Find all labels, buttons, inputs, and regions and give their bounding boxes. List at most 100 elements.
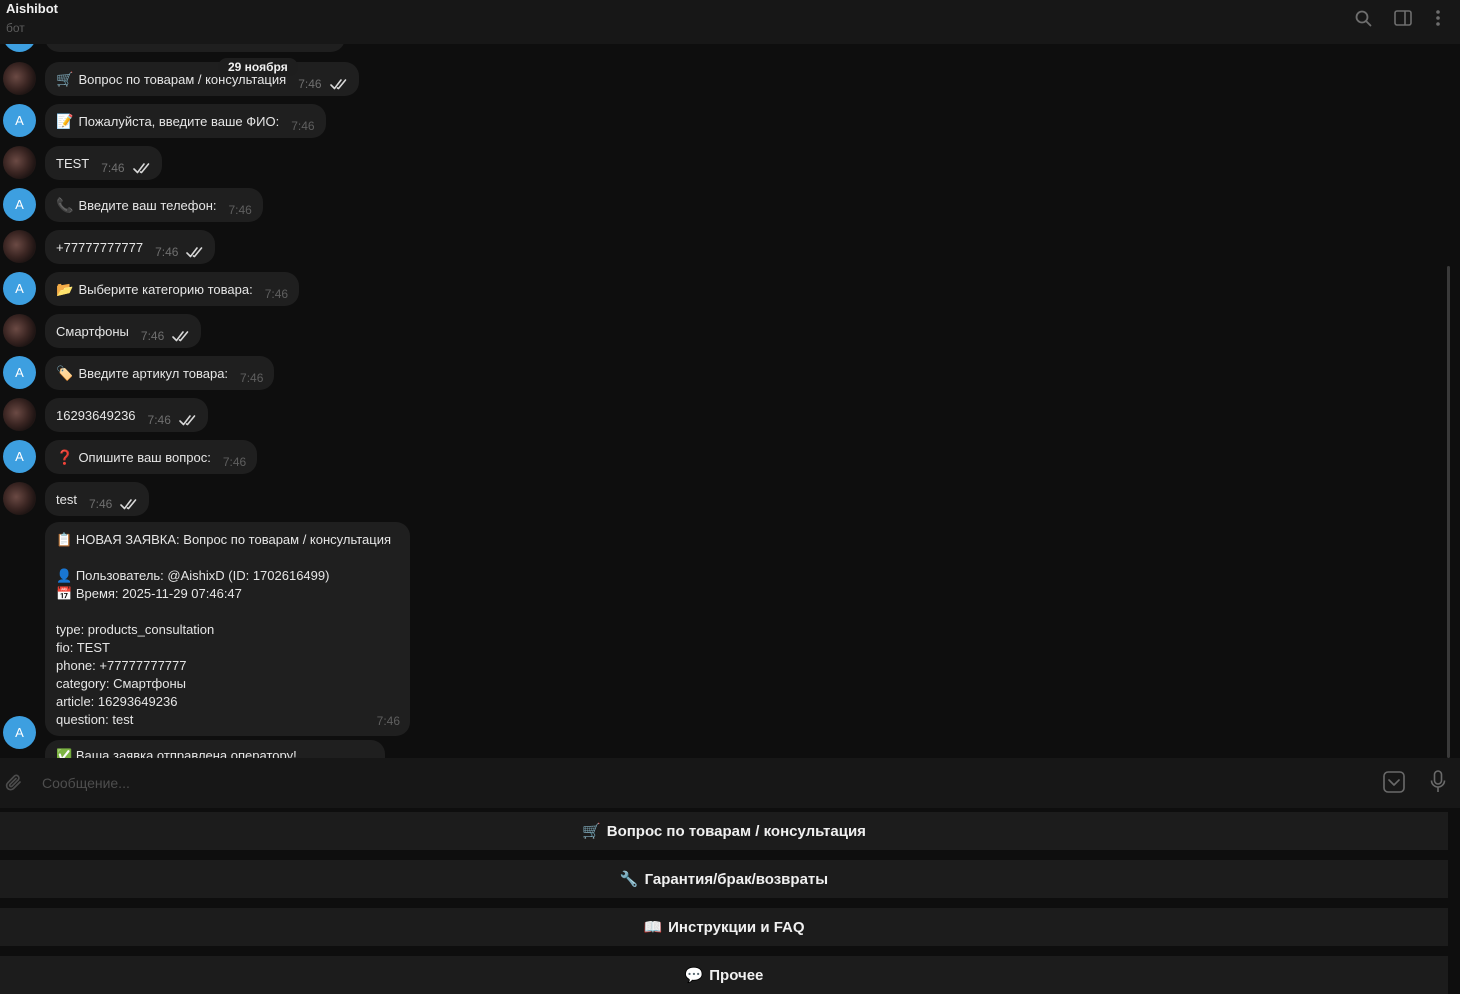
- bot-avatar[interactable]: A: [3, 272, 36, 305]
- user-message: 🛒 Вопрос по товарам / консультация 7:46: [45, 62, 359, 96]
- user-avatar[interactable]: [3, 314, 36, 347]
- read-check-icon: [329, 78, 348, 90]
- bot-keyboard-icon[interactable]: [1383, 771, 1405, 793]
- summary-user-line: 👤 Пользователь: @AishixD (ID: 1702616499…: [56, 567, 399, 585]
- chat-subtitle: бот: [6, 21, 25, 35]
- message-text: +77777777777: [56, 239, 144, 255]
- read-check-icon: [172, 330, 190, 342]
- message-text: Выберите категорию товара:: [78, 281, 253, 297]
- summary-user: Пользователь: @AishixD (ID: 1702616499): [75, 568, 330, 583]
- bot-message: 📝 Пожалуйста, введите ваше ФИО: 7:46: [45, 104, 326, 138]
- request-summary-message: 📋 НОВАЯ ЗАЯВКА: Вопрос по товарам / конс…: [45, 522, 410, 736]
- sidebar-toggle-icon[interactable]: [1393, 8, 1413, 28]
- keyboard-button-label: Прочее: [709, 966, 764, 984]
- bot-avatar[interactable]: [3, 44, 36, 52]
- bot-message: ❓ Опишите ваш вопрос: 7:46: [45, 440, 258, 474]
- microphone-icon[interactable]: [1428, 770, 1448, 794]
- summary-time-line: 📅 Время: 2025-11-29 07:46:47: [56, 585, 399, 603]
- message-emoji-icon: ❓: [56, 448, 74, 465]
- user-avatar[interactable]: [3, 230, 36, 263]
- bot-avatar[interactable]: A: [3, 104, 36, 137]
- book-icon: 📖: [643, 919, 663, 936]
- date-badge: 29 ноября: [218, 58, 298, 76]
- message-text: Введите ваш телефон:: [78, 197, 217, 213]
- user-icon: 👤: [56, 568, 73, 583]
- keyboard-button-label: Инструкции и FAQ: [668, 918, 805, 936]
- read-check-icon: [186, 246, 204, 258]
- user-message: Смартфоны 7:46: [45, 314, 202, 348]
- speech-bubble-icon: 💬: [684, 967, 704, 984]
- bot-avatar[interactable]: A: [3, 356, 36, 389]
- summary-title-line: 📋 НОВАЯ ЗАЯВКА: Вопрос по товарам / конс…: [56, 531, 399, 549]
- wrench-icon: 🔧: [619, 871, 639, 888]
- message-emoji-icon: 🏷️: [56, 364, 74, 381]
- composer: [0, 758, 1460, 808]
- bot-avatar[interactable]: A: [3, 188, 36, 221]
- message-emoji-icon: 📝: [56, 112, 74, 129]
- bot-message: 🏷️ Введите артикул товара: 7:46: [45, 356, 275, 390]
- confirmation-text: Ваша заявка отправлена оператору!: [75, 748, 297, 758]
- scrollbar[interactable]: [1447, 266, 1450, 758]
- read-check-icon: [120, 498, 138, 510]
- attach-icon[interactable]: [4, 772, 24, 794]
- summary-field: article: 16293649236: [56, 694, 178, 709]
- message-time: 7:46: [101, 161, 125, 175]
- bot-message: 📞 Введите ваш телефон: 7:46: [45, 188, 263, 222]
- message-time: 7:46: [147, 413, 171, 427]
- summary-title: НОВАЯ ЗАЯВКА: Вопрос по товарам / консул…: [75, 532, 392, 547]
- message-time: 7:46: [222, 455, 247, 469]
- keyboard-button-other[interactable]: 💬 Прочее: [0, 956, 1448, 994]
- message-emoji-icon: 🛒: [56, 70, 74, 87]
- message-text: TEST: [56, 155, 90, 171]
- keyboard-button-faq[interactable]: 📖 Инструкции и FAQ: [0, 908, 1448, 946]
- cart-icon: 🛒: [582, 823, 601, 840]
- message-time: 7:46: [291, 119, 315, 133]
- user-avatar[interactable]: [3, 398, 36, 431]
- message-text: Смартфоны: [56, 323, 129, 339]
- message-text: Введите артикул товара:: [78, 365, 229, 381]
- message-text: 16293649236: [56, 407, 136, 423]
- keyboard-button-label: Гарантия/брак/возвраты: [644, 870, 829, 888]
- summary-field: category: Смартфоны: [56, 676, 186, 691]
- read-check-icon: [179, 414, 197, 426]
- user-message: TEST 7:46: [45, 146, 162, 180]
- message-list[interactable]: 🛒 Вопрос по товарам / консультация 7:46 A 📝 П…: [0, 44, 1452, 758]
- message-text: Пожалуйста, введите ваше ФИО:: [78, 113, 280, 129]
- bot-message: 📂 Выберите категорию товара: 7:46: [45, 272, 300, 306]
- keyboard-button-products[interactable]: 🛒 Вопрос по товарам / консультация: [0, 812, 1448, 850]
- message-time: 7:46: [298, 77, 322, 91]
- partial-message: [45, 44, 345, 52]
- bot-avatar[interactable]: A: [3, 440, 36, 473]
- user-message: +77777777777 7:46: [45, 230, 216, 264]
- user-message: 16293649236 7:46: [45, 398, 208, 432]
- message-time: 7:46: [88, 497, 113, 511]
- summary-field: type: products_consultation: [56, 622, 215, 637]
- message-input[interactable]: [40, 771, 1344, 795]
- message-time: 7:46: [240, 371, 264, 385]
- keyboard-button-warranty[interactable]: 🔧 Гарантия/брак/возвраты: [0, 860, 1448, 898]
- message-time: 7:46: [155, 245, 179, 259]
- more-vertical-icon[interactable]: [1428, 8, 1448, 28]
- message-emoji-icon: 📞: [56, 196, 74, 213]
- keyboard-button-label: Вопрос по товарам / консультация: [606, 822, 866, 840]
- clipboard-icon: 📋: [56, 532, 73, 547]
- summary-field: question: test: [56, 712, 134, 727]
- summary-field: fio: TEST: [56, 640, 110, 655]
- read-check-icon: [132, 162, 151, 174]
- chat-title[interactable]: Aishibot: [6, 1, 58, 16]
- bot-avatar[interactable]: A: [3, 716, 36, 749]
- message-time: 7:46: [140, 329, 165, 343]
- search-icon[interactable]: [1353, 8, 1373, 28]
- calendar-icon: 📅: [56, 586, 73, 601]
- user-avatar[interactable]: [3, 482, 36, 515]
- chat-header: Aishibot бот: [0, 0, 1460, 44]
- message-time: 7:46: [376, 714, 400, 728]
- user-avatar[interactable]: [3, 146, 36, 179]
- confirmation-message: ✅ Ваша заявка отправлена оператору!: [45, 740, 385, 758]
- message-time: 7:46: [228, 203, 252, 217]
- user-avatar[interactable]: [3, 62, 36, 95]
- summary-time: Время: 2025-11-29 07:46:47: [75, 586, 242, 601]
- message-text: test: [56, 491, 77, 507]
- user-message: test 7:46: [45, 482, 150, 516]
- message-text: Опишите ваш вопрос:: [78, 449, 211, 465]
